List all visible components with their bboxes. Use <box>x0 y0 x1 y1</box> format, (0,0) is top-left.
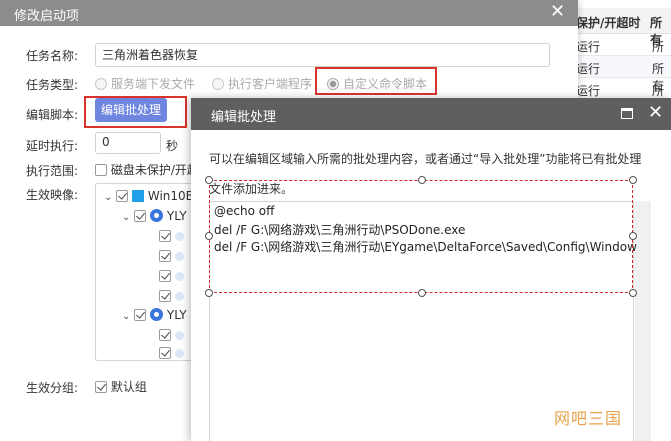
table-row[interactable]: 运行 所有 <box>572 34 671 71</box>
chevron-down-icon[interactable]: ⌄ <box>122 212 130 223</box>
item-icon <box>174 272 184 281</box>
radio-server-file[interactable]: 服务端下发文件 <box>95 75 195 92</box>
group-label: 生效分组: <box>26 381 79 395</box>
image-label: 生效映像: <box>26 188 79 202</box>
checkbox-icon[interactable] <box>116 190 129 202</box>
tree-item[interactable] <box>159 289 184 303</box>
radio-circle-icon <box>212 78 224 90</box>
code-highlight-box <box>209 180 633 293</box>
scope-label: 执行范围: <box>26 164 79 178</box>
checkbox-icon[interactable] <box>134 309 147 321</box>
checkbox-icon[interactable] <box>159 347 171 359</box>
table-cell: 运行 <box>576 62 601 76</box>
close-icon[interactable]: ✕ <box>648 102 663 124</box>
tree-group-2[interactable]: ⌄ YLY <box>122 308 187 322</box>
dialog-title-bar: 修改启动项 ✕ <box>0 0 578 26</box>
task-name-input[interactable]: 三角洲着色器恢复 <box>95 43 550 67</box>
maximize-icon[interactable] <box>621 108 633 119</box>
checkbox-icon[interactable] <box>159 230 171 242</box>
editor-scrollbar[interactable] <box>635 201 651 441</box>
radio-label: 执行客户端程序 <box>228 77 313 91</box>
resize-handle[interactable] <box>629 289 637 297</box>
tree-item[interactable] <box>159 269 184 283</box>
close-icon[interactable]: ✕ <box>550 2 565 22</box>
edit-script-label: 编辑脚本: <box>26 108 79 122</box>
resize-handle[interactable] <box>205 232 213 240</box>
tree-group-1[interactable]: ⌄ YLY <box>122 209 187 223</box>
chevron-down-icon[interactable]: ⌄ <box>122 311 130 322</box>
resize-handle[interactable] <box>418 176 426 184</box>
table-row[interactable]: 运行 所有 <box>572 78 671 115</box>
item-icon <box>174 331 184 340</box>
column-header-protect-timeout: 保护/开超时 <box>576 16 641 30</box>
task-name-label: 任务名称: <box>26 49 79 63</box>
checkbox-icon[interactable] <box>159 250 171 262</box>
chevron-down-icon[interactable]: ⌄ <box>104 192 112 203</box>
tree-item[interactable] <box>159 346 184 360</box>
delay-label: 延时执行: <box>26 139 79 153</box>
scope-checkbox[interactable]: 磁盘未保护/开超 <box>95 161 199 178</box>
batch-dialog-title: 编辑批处理 <box>211 110 277 125</box>
delay-unit: 秒 <box>166 139 179 153</box>
checkbox-icon[interactable] <box>159 270 171 282</box>
watermark: 网吧三国 <box>554 409 623 428</box>
tree-label: YLY <box>166 209 187 223</box>
dialog-title: 修改启动项 <box>14 9 80 24</box>
windows-icon <box>132 190 145 202</box>
edit-batch-button[interactable]: 编辑批处理 <box>95 98 167 122</box>
task-type-label: 任务类型: <box>26 78 79 92</box>
table-header: 保护/开超时 所有 <box>572 8 671 47</box>
radio-client-program[interactable]: 执行客户端程序 <box>212 75 312 92</box>
tree-item[interactable] <box>159 328 184 342</box>
tree-root[interactable]: ⌄ Win10B <box>104 189 194 203</box>
background-task-table: 保护/开超时 所有 运行 所有 运行 所有 运行 所有 <box>572 8 671 115</box>
image-tree[interactable]: ⌄ Win10B ⌄ YLY ⌄ YLY <box>95 183 195 361</box>
item-icon <box>174 252 184 261</box>
resize-handle[interactable] <box>629 232 637 240</box>
tree-label: YLY <box>166 308 187 322</box>
table-cell: 运行 <box>576 84 601 98</box>
resize-handle[interactable] <box>205 289 213 297</box>
disk-icon <box>150 308 164 321</box>
tree-item[interactable] <box>159 249 184 263</box>
tree-label: Win10B <box>147 189 194 203</box>
resize-handle[interactable] <box>205 176 213 184</box>
checkbox-icon[interactable] <box>134 210 147 222</box>
resize-handle[interactable] <box>629 176 637 184</box>
checkbox-icon <box>95 164 107 176</box>
item-icon <box>174 292 184 301</box>
item-icon <box>174 349 184 358</box>
table-cell: 运行 <box>576 40 601 54</box>
group-checkbox[interactable]: 默认组 <box>95 378 147 395</box>
scope-checkbox-label: 磁盘未保护/开超 <box>110 163 199 177</box>
tree-item[interactable] <box>159 229 184 243</box>
disk-icon <box>150 209 164 222</box>
highlight-custom-script <box>315 67 437 95</box>
item-icon <box>174 232 184 241</box>
checkbox-icon[interactable] <box>159 290 171 302</box>
delay-input[interactable]: 0 <box>95 132 161 154</box>
table-row[interactable]: 运行 所有 <box>572 56 671 93</box>
resize-handle[interactable] <box>418 289 426 297</box>
batch-description: 可以在编辑区域输入所需的批处理内容，或者通过“导入批处理”功能将已有批处理 <box>209 152 642 166</box>
radio-circle-icon <box>95 78 107 90</box>
group-checkbox-label: 默认组 <box>110 380 147 394</box>
radio-label: 服务端下发文件 <box>111 77 196 91</box>
batch-dialog-title-bar: 编辑批处理 ✕ <box>191 98 671 130</box>
checkbox-icon <box>95 381 107 393</box>
checkbox-icon[interactable] <box>159 329 171 341</box>
